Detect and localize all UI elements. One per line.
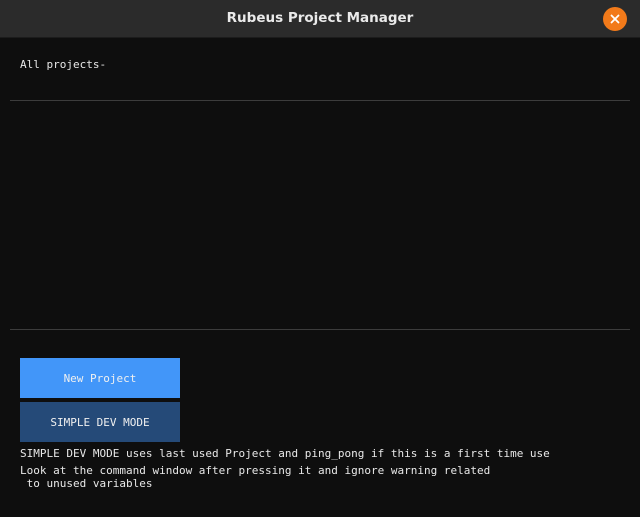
projects-list[interactable] — [10, 101, 630, 329]
all-projects-label: All projects- — [20, 58, 107, 71]
info-text-line-1: SIMPLE DEV MODE uses last used Project a… — [20, 447, 550, 460]
info-text-line-2: Look at the command window after pressin… — [20, 464, 491, 477]
title-bar: Rubeus Project Manager — [0, 0, 640, 38]
bottom-divider — [10, 329, 630, 330]
main-panel: All projects- New Project SIMPLE DEV MOD… — [0, 38, 640, 517]
window-title: Rubeus Project Manager — [226, 10, 414, 26]
close-button[interactable] — [603, 7, 627, 31]
simple-dev-mode-button[interactable]: SIMPLE DEV MODE — [20, 402, 180, 442]
close-icon — [610, 14, 620, 24]
new-project-button[interactable]: New Project — [20, 358, 180, 398]
info-text-line-3: to unused variables — [20, 477, 153, 490]
